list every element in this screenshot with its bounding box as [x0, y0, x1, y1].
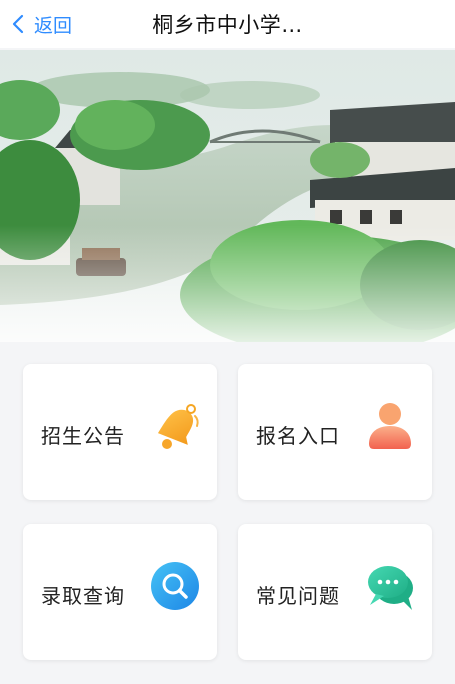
card-registration-entry[interactable]: 报名入口 — [238, 364, 432, 500]
card-enrollment-notice[interactable]: 招生公告 — [23, 364, 217, 500]
card-admission-query[interactable]: 录取查询 — [23, 524, 217, 660]
card-label: 招生公告 — [41, 424, 125, 448]
menu-grid: 招生公告 报名入口 录取查询 常见问题 — [0, 342, 455, 684]
top-navigation-bar: 返回 桐乡市中小学… — [0, 0, 455, 48]
card-label: 常见问题 — [256, 584, 340, 608]
card-label: 报名入口 — [256, 424, 340, 448]
card-label: 录取查询 — [41, 584, 125, 608]
banner-image — [0, 50, 455, 342]
page-title: 桐乡市中小学… — [152, 13, 303, 37]
chat-bubble-icon — [368, 566, 413, 610]
bell-icon — [157, 404, 199, 449]
card-faq[interactable]: 常见问题 — [238, 524, 432, 660]
search-icon — [151, 562, 199, 610]
user-icon — [369, 403, 411, 449]
